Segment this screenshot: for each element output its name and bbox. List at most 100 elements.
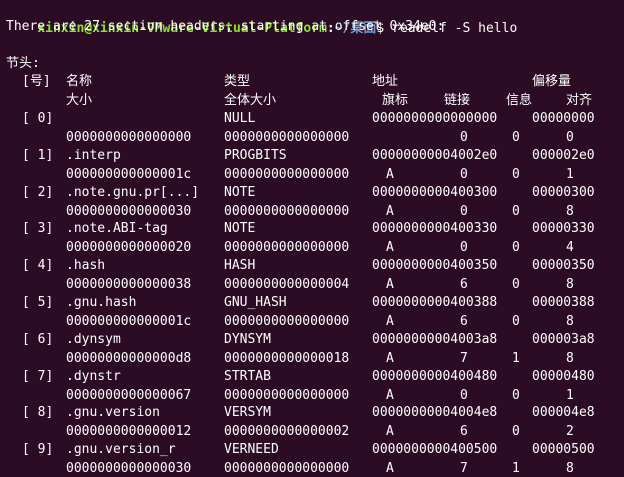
section-name: .gnu.version_r [66, 442, 176, 457]
section-type: NOTE [224, 185, 256, 200]
header-name: 名称 [66, 74, 93, 89]
header-entsize: 全体大小 [224, 93, 277, 108]
section-flags: A [386, 167, 394, 182]
section-align: 8 [566, 351, 574, 366]
section-offset: 000002e0 [532, 148, 595, 163]
section-entsize: 0000000000000018 [224, 351, 350, 366]
section-entsize: 0000000000000000 [224, 130, 350, 145]
section-nr: [ 7] [22, 369, 54, 384]
section-type: HASH [224, 258, 256, 273]
section-flags: A [386, 461, 394, 476]
section-address: 0000000000400330 [372, 221, 498, 236]
section-nr: [ 5] [22, 295, 54, 310]
section-offset: 00000500 [532, 442, 595, 457]
section-address: 00000000004003a8 [372, 332, 498, 347]
section-nr: [ 0] [22, 111, 54, 126]
summary-line: There are 27 section headers, starting a… [6, 19, 445, 34]
section-type: GNU_HASH [224, 295, 287, 310]
section-name: .gnu.hash [66, 295, 137, 310]
section-info: 0 [512, 424, 520, 439]
section-size: 0000000000000012 [66, 424, 192, 439]
section-info: 0 [512, 388, 520, 403]
section-info: 1 [512, 461, 520, 476]
section-info: 1 [512, 351, 520, 366]
section-name: .dynstr [66, 369, 121, 384]
section-info: 0 [512, 167, 520, 182]
section-offset: 00000300 [532, 185, 595, 200]
section-address: 0000000000000000 [372, 111, 498, 126]
section-type: NULL [224, 111, 256, 126]
section-nr: [ 4] [22, 258, 54, 273]
section-nr: [ 1] [22, 148, 54, 163]
header-flags: 旗标 [382, 93, 409, 108]
section-address: 0000000000400388 [372, 295, 498, 310]
section-name: .note.gnu.pr[...] [66, 185, 200, 200]
section-entsize: 0000000000000000 [224, 314, 350, 329]
section-flags: A [386, 240, 394, 255]
section-offset: 00000480 [532, 369, 595, 384]
section-nr: [ 9] [22, 442, 54, 457]
section-link: 0 [460, 130, 468, 145]
section-title: 节头: [6, 56, 40, 71]
section-info: 0 [512, 130, 520, 145]
section-size: 00000000000000d8 [66, 351, 192, 366]
section-entsize: 0000000000000000 [224, 461, 350, 476]
section-info: 0 [512, 314, 520, 329]
section-size: 0000000000000000 [66, 130, 192, 145]
section-link: 7 [460, 351, 468, 366]
section-nr: [ 2] [22, 185, 54, 200]
header-size: 大小 [66, 93, 93, 108]
header-nr: [号] [22, 74, 51, 89]
header-align: 对齐 [566, 93, 593, 108]
section-link: 0 [460, 167, 468, 182]
section-flags: A [386, 314, 394, 329]
section-address: 0000000000400480 [372, 369, 498, 384]
section-entsize: 0000000000000004 [224, 277, 350, 292]
header-type: 类型 [224, 74, 251, 89]
section-flags: A [386, 277, 394, 292]
section-flags: A [386, 351, 394, 366]
section-address: 0000000000400500 [372, 442, 498, 457]
section-info: 0 [512, 240, 520, 255]
section-type: STRTAB [224, 369, 271, 384]
section-entsize: 0000000000000000 [224, 167, 350, 182]
section-align: 4 [566, 240, 574, 255]
section-size: 0000000000000020 [66, 240, 192, 255]
section-info: 0 [512, 204, 520, 219]
section-name: .interp [66, 148, 121, 163]
header-info: 信息 [506, 93, 533, 108]
section-flags: A [386, 424, 394, 439]
section-address: 00000000004002e0 [372, 148, 498, 163]
section-offset: 00000388 [532, 295, 595, 310]
section-name: .note.ABI-tag [66, 221, 168, 236]
section-align: 8 [566, 461, 574, 476]
section-link: 0 [460, 240, 468, 255]
section-link: 6 [460, 314, 468, 329]
section-type: VERNEED [224, 442, 279, 457]
section-name: .hash [66, 258, 106, 273]
section-size: 0000000000000030 [66, 461, 192, 476]
section-nr: [ 6] [22, 332, 54, 347]
section-info: 0 [512, 277, 520, 292]
section-offset: 000003a8 [532, 332, 595, 347]
section-name: .gnu.version [66, 405, 160, 420]
section-link: 7 [460, 461, 468, 476]
section-address: 0000000000400350 [372, 258, 498, 273]
section-type: NOTE [224, 221, 256, 236]
section-offset: 00000350 [532, 258, 595, 273]
section-offset: 00000000 [532, 111, 595, 126]
section-align: 2 [566, 424, 574, 439]
terminal-window[interactable]: xinxin@xinxin-VMware-Virtual-Platform:~/… [0, 0, 624, 477]
section-size: 000000000000001c [66, 314, 192, 329]
section-name: .dynsym [66, 332, 121, 347]
section-offset: 000004e8 [532, 405, 595, 420]
section-entsize: 0000000000000000 [224, 240, 350, 255]
section-entsize: 0000000000000002 [224, 424, 350, 439]
section-nr: [ 3] [22, 221, 54, 236]
section-align: 8 [566, 277, 574, 292]
section-address: 00000000004004e8 [372, 405, 498, 420]
section-align: 8 [566, 314, 574, 329]
section-type: DYNSYM [224, 332, 271, 347]
section-align: 0 [566, 130, 574, 145]
section-offset: 00000330 [532, 221, 595, 236]
